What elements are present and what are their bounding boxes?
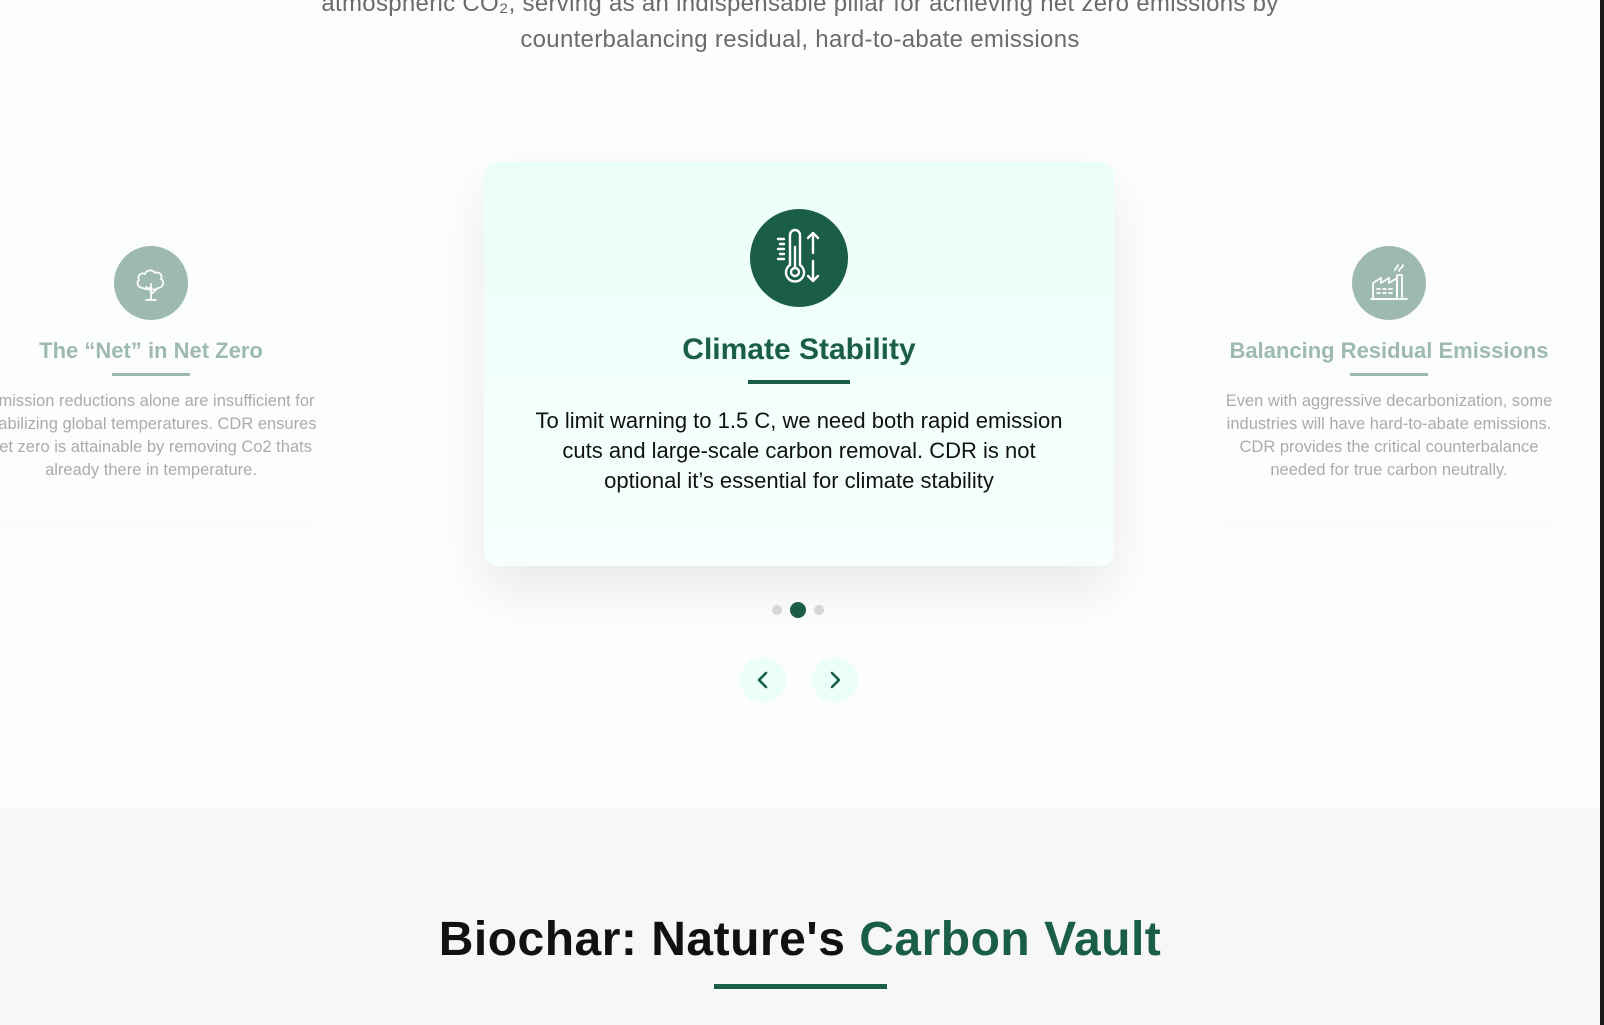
card-description: Emission reductions alone are insufficie… [0,392,317,479]
section-title: Biochar: Nature's Carbon Vault [0,912,1600,967]
carousel-card-net-zero[interactable]: The “Net” in Net Zero Emission reduction… [0,210,332,516]
carousel-dot-3[interactable] [814,605,824,615]
card-title: Climate Stability [682,333,916,366]
page-edge [1600,0,1604,1025]
card-title: The “Net” in Net Zero [39,338,263,363]
intro-text: atmospheric CO₂, serving as an indispens… [0,0,1600,58]
chevron-left-icon [757,671,768,689]
card-description: To limit warning to 1.5 C, we need both … [535,408,1063,493]
card-title: Balancing Residual Emissions [1229,338,1549,363]
card-description: Even with aggressive decarbonization, so… [1225,392,1553,479]
thermometer-icon [750,209,848,307]
factory-icon [1352,246,1426,320]
section-title-accent: Carbon Vault [859,913,1162,966]
section-title-underline [714,984,887,989]
carousel-card-residual-emissions[interactable]: Balancing Residual Emissions Even with a… [1208,210,1570,516]
carousel-card-climate-stability[interactable]: Climate Stability To limit warning to 1.… [484,162,1114,566]
carousel-dot-1[interactable] [772,605,782,615]
carousel-prev-button[interactable] [740,657,786,703]
section-title-main: Biochar: Nature's [438,913,860,966]
intro-line-1: atmospheric CO₂, serving as an indispens… [321,0,1279,17]
card-title-underline [1350,373,1428,376]
carousel-dots [772,602,824,618]
intro-line-2: counterbalancing residual, hard-to-abate… [520,26,1080,53]
carousel-next-button[interactable] [812,657,858,703]
chevron-right-icon [830,671,841,689]
tree-icon [114,246,188,320]
card-title-underline [748,380,850,384]
carousel-dot-2-active[interactable] [790,602,806,618]
biochar-section: Biochar: Nature's Carbon Vault [0,808,1600,1025]
card-title-underline [112,373,190,376]
